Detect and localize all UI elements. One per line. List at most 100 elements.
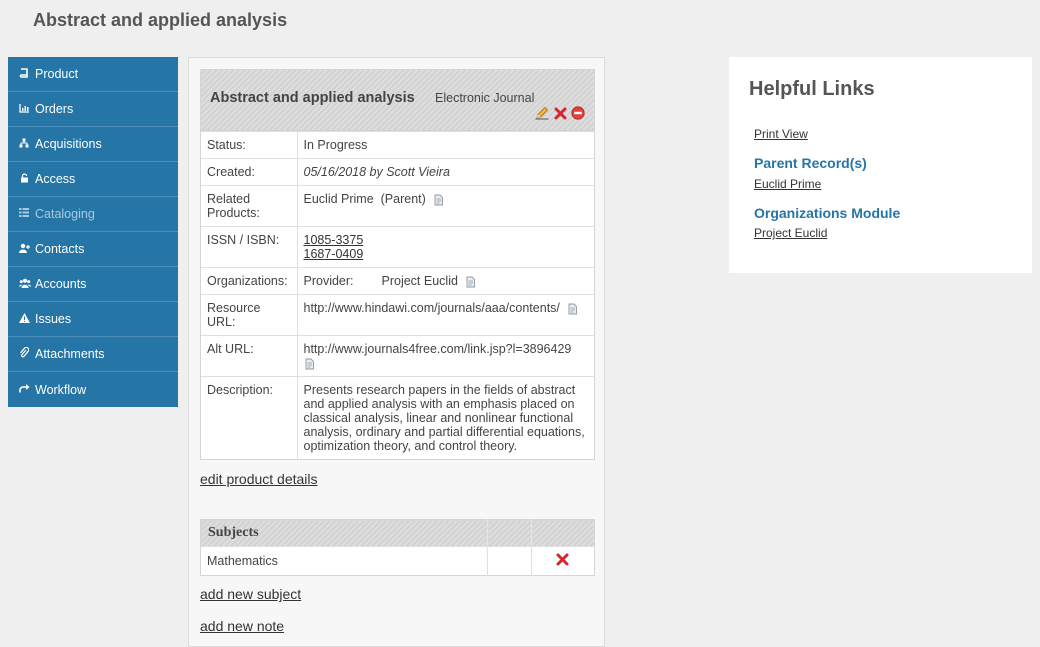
field-label: Alt URL: [201, 335, 298, 377]
sidebar-item-label: Workflow [35, 382, 87, 397]
product-details-box: Abstract and applied analysis Electronic… [200, 69, 595, 460]
subject-delete-cell [531, 546, 595, 576]
sitemap-icon [19, 138, 29, 151]
print-view-link[interactable]: Print View [754, 127, 808, 141]
organizations-row: Organizations: Provider: Project Euclid [201, 267, 594, 295]
sidebar-item-contacts[interactable]: Contacts [8, 232, 178, 267]
organization-link[interactable]: Project Euclid [754, 226, 827, 240]
resource-url-row: Resource URL: http://www.hindawi.com/jour… [201, 294, 594, 336]
field-label-line: Resource [207, 301, 261, 315]
sidebar: Product Orders Acquisitions Access Catal… [8, 57, 178, 407]
field-label: Description: [201, 376, 298, 459]
add-new-subject-link[interactable]: add new subject [200, 586, 301, 602]
sidebar-item-label: Issues [35, 312, 72, 326]
related-product-name: Euclid Prime [303, 192, 374, 206]
sidebar-item-product[interactable]: Product [8, 57, 178, 92]
alt-url-value: http://www.journals4free.com/link.jsp?l=… [297, 335, 594, 377]
list-icon [19, 208, 29, 220]
sidebar-item-label: Orders [35, 102, 74, 116]
alt-url-row: Alt URL: http://www.journals4free.com/li… [201, 335, 594, 377]
helpful-links-panel: Helpful Links Print View Parent Record(s… [729, 57, 1032, 273]
sidebar-item-orders[interactable]: Orders [8, 92, 178, 127]
organization-role: Provider: [303, 274, 354, 288]
organizations-module-heading: Organizations Module [754, 205, 901, 221]
sidebar-item-label: Accounts [35, 277, 87, 291]
organization-name: Project Euclid [381, 274, 458, 288]
paperclip-icon [19, 346, 30, 361]
field-label: Status: [201, 131, 298, 159]
field-label: Related Products: [201, 185, 298, 227]
sidebar-item-label: Cataloging [35, 207, 95, 221]
status-value: In Progress [297, 131, 594, 159]
created-row: Created: 05/16/2018 by Scott Vieira [201, 158, 594, 186]
book-icon [19, 67, 29, 81]
share-icon [19, 383, 30, 396]
document-icon[interactable] [304, 358, 315, 370]
add-new-note-link[interactable]: add new note [200, 618, 284, 634]
subjects-header-blank [487, 519, 532, 547]
sidebar-item-issues[interactable]: Issues [8, 302, 178, 337]
product-details-table: Status: In Progress Created: 05/16/2018 … [201, 131, 594, 459]
product-type: Electronic Journal [435, 91, 535, 105]
field-label-line: Related [207, 192, 251, 206]
product-actions [535, 106, 585, 120]
field-label: Organizations: [201, 267, 298, 295]
subjects-header-blank [531, 519, 595, 547]
field-label: Resource URL: [201, 294, 298, 336]
edit-product-details-link[interactable]: edit product details [200, 471, 318, 487]
unlock-icon [19, 172, 29, 186]
helpful-links-title: Helpful Links [749, 78, 875, 100]
sidebar-item-label: Product [35, 67, 79, 81]
parent-records-heading: Parent Record(s) [754, 155, 867, 171]
edit-pencil-icon[interactable] [535, 106, 549, 120]
field-label-line: Products: [207, 206, 260, 220]
description-row: Description: Presents research papers in… [201, 376, 594, 459]
user-plus-icon [19, 243, 30, 256]
sidebar-item-label: Contacts [35, 242, 85, 256]
product-title: Abstract and applied analysis [210, 90, 415, 106]
sidebar-item-acquisitions[interactable]: Acquisitions [8, 127, 178, 162]
sidebar-item-attachments[interactable]: Attachments [8, 337, 178, 372]
sidebar-item-access[interactable]: Access [8, 162, 178, 197]
related-product-relation: (Parent) [380, 192, 426, 206]
field-label: ISSN / ISBN: [201, 226, 298, 268]
organizations-value: Provider: Project Euclid [297, 267, 594, 295]
sidebar-item-label: Access [35, 172, 76, 186]
document-icon[interactable] [567, 303, 578, 315]
issn-link[interactable]: 1085-3375 [304, 233, 364, 247]
product-header: Abstract and applied analysis Electronic… [201, 70, 594, 131]
issn-values: 1085-3375 1687-0409 [297, 226, 594, 268]
table-row: Mathematics [200, 546, 595, 576]
alt-url-text[interactable]: http://www.journals4free.com/link.jsp?l=… [304, 342, 572, 356]
subject-name: Mathematics [200, 546, 488, 576]
users-icon [18, 278, 32, 291]
field-label-line: URL: [207, 315, 236, 329]
created-value: 05/16/2018 by Scott Vieira [297, 158, 594, 186]
isbn-link[interactable]: 1687-0409 [304, 247, 364, 261]
product-panel: Abstract and applied analysis Electronic… [188, 57, 605, 647]
subjects-table: Subjects Mathematics [200, 519, 595, 576]
page-title: Abstract and applied analysis [33, 10, 288, 30]
resource-url-value: http://www.hindawi.com/journals/aaa/cont… [297, 294, 594, 336]
subjects-header: Subjects [200, 519, 488, 547]
related-products-value: Euclid Prime (Parent) [297, 185, 594, 227]
issn-row: ISSN / ISBN: 1085-3375 1687-0409 [201, 226, 594, 268]
subjects-header-row: Subjects [200, 519, 595, 547]
sidebar-item-workflow[interactable]: Workflow [8, 372, 178, 407]
document-icon[interactable] [465, 276, 476, 288]
document-icon[interactable] [433, 194, 444, 206]
delete-x-icon[interactable] [553, 106, 567, 120]
sidebar-item-accounts[interactable]: Accounts [8, 267, 178, 302]
remove-circle-icon[interactable] [571, 106, 585, 120]
field-label: Created: [201, 158, 298, 186]
bar-chart-icon [19, 103, 29, 116]
sidebar-item-label: Acquisitions [35, 137, 102, 151]
sidebar-item-label: Attachments [35, 347, 105, 361]
parent-record-link[interactable]: Euclid Prime [754, 177, 821, 191]
subject-blank-cell [487, 546, 532, 576]
warning-icon [19, 312, 30, 326]
delete-x-icon[interactable] [556, 553, 570, 567]
resource-url-text[interactable]: http://www.hindawi.com/journals/aaa/cont… [304, 301, 560, 315]
sidebar-item-cataloging[interactable]: Cataloging [8, 197, 178, 232]
status-row: Status: In Progress [201, 131, 594, 159]
